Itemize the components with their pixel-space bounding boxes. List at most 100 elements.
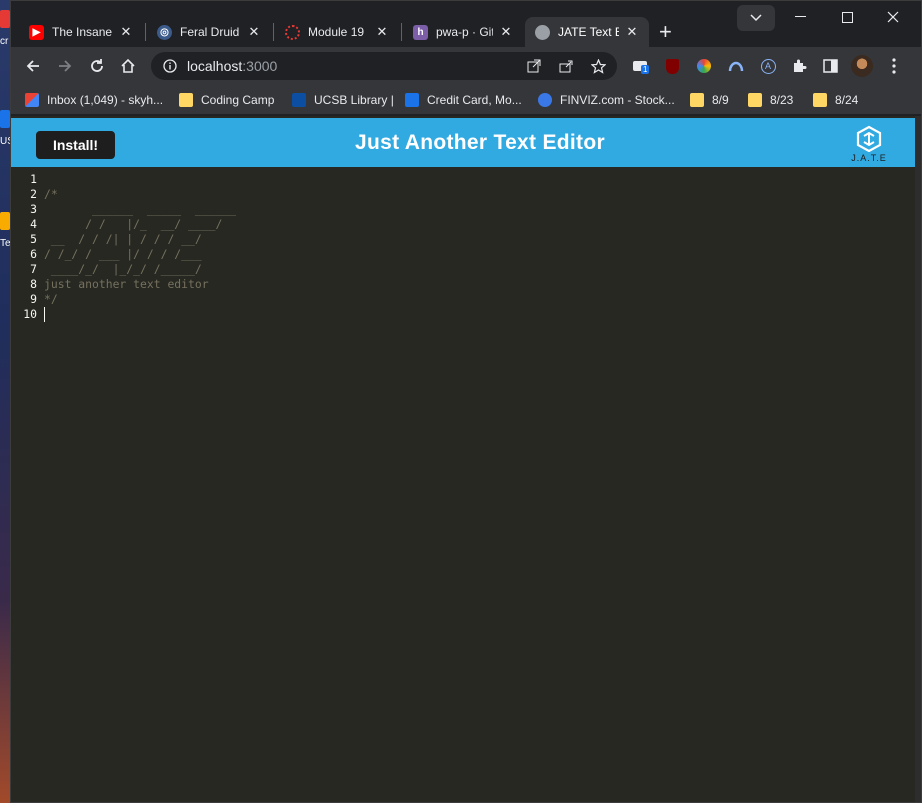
bookmark-item[interactable]: FINVIZ.com - Stock... — [538, 91, 675, 109]
desktop-label: cr — [0, 36, 9, 47]
minimize-icon — [795, 16, 806, 17]
bookmark-item[interactable]: Inbox (1,049) - skyh... — [25, 91, 163, 109]
bank-icon — [405, 93, 419, 107]
line-number: 9 — [30, 292, 37, 306]
tab[interactable]: ◎ Feral Druid ✕ — [147, 17, 271, 47]
youtube-icon: ▶ — [29, 24, 44, 40]
desktop-label: Te — [0, 238, 10, 249]
reload-button[interactable] — [86, 55, 108, 77]
close-icon — [887, 11, 899, 23]
bookmark-folder[interactable]: Coding Camp — [179, 91, 274, 109]
folder-icon — [748, 93, 762, 107]
forward-button[interactable] — [54, 55, 76, 77]
desktop-shortcut-icon[interactable] — [0, 212, 10, 230]
page-title: Just Another Text Editor — [355, 131, 605, 154]
close-icon[interactable]: ✕ — [375, 24, 389, 40]
open-external-icon[interactable] — [527, 59, 541, 73]
close-icon[interactable]: ✕ — [119, 24, 133, 40]
line-number: 5 — [30, 232, 37, 246]
line-number: 4 — [30, 217, 37, 231]
bookmark-label: FINVIZ.com - Stock... — [560, 93, 675, 107]
bookmark-label: 8/23 — [770, 93, 794, 107]
chrome-shortcut-icon[interactable] — [0, 10, 10, 28]
page-content: Install! Just Another Text Editor J.A.T.… — [11, 116, 921, 802]
close-window-button[interactable] — [870, 1, 916, 33]
folder-icon — [813, 93, 827, 107]
tab[interactable]: ▶ The Insane ✕ — [19, 17, 143, 47]
gmail-icon — [25, 93, 39, 107]
new-tab-button[interactable]: + — [659, 19, 672, 45]
app-header: Install! Just Another Text Editor J.A.T.… — [11, 118, 917, 167]
maximize-button[interactable] — [824, 1, 870, 33]
bookmark-folder[interactable]: 8/9 — [690, 91, 729, 109]
logo-icon — [856, 125, 882, 153]
line-number: 7 — [30, 262, 37, 276]
code-editor[interactable]: 1 2 /* 3 ______ _____ ______ 4 / / |/_ __… — [11, 167, 917, 802]
bookmark-item[interactable]: UCSB Library | — [292, 91, 394, 109]
logo-text: J.A.T.E — [851, 153, 887, 163]
tab-active[interactable]: JATE Text Ed ✕ — [525, 17, 649, 47]
tab-title: Module 19 — [308, 25, 365, 39]
desktop-label: US — [0, 136, 10, 147]
line-number: 6 — [30, 247, 37, 261]
line-number: 10 — [23, 307, 37, 321]
folder-icon — [690, 93, 704, 107]
home-button[interactable] — [117, 55, 139, 77]
line-text: ______ _____ ______ — [44, 202, 237, 216]
account-extension-icon[interactable]: A — [759, 57, 777, 75]
window-edge — [915, 116, 921, 802]
line-text: __ / / /| | / / / __/ — [44, 232, 202, 246]
bookmark-label: 8/24 — [835, 93, 859, 107]
address-host: localhost — [187, 58, 243, 74]
globe-icon — [535, 24, 550, 40]
home-icon — [121, 58, 135, 73]
bookmark-folder[interactable]: 8/24 — [813, 91, 858, 109]
ucsb-icon — [292, 93, 306, 107]
bookmark-item[interactable]: Credit Card, Mo... — [405, 91, 522, 109]
arc-extension-icon[interactable] — [727, 57, 745, 75]
reload-icon — [91, 59, 103, 72]
tab-search-button[interactable] — [737, 5, 775, 31]
close-icon[interactable]: ✕ — [625, 24, 639, 40]
back-button[interactable] — [22, 55, 44, 77]
arrow-left-icon — [26, 60, 39, 72]
tab-bar: ▶ The Insane ✕ ◎ Feral Druid ✕ Module 19… — [11, 1, 921, 47]
more-vert-icon — [892, 58, 896, 74]
tab[interactable]: h pwa-p · Gitl ✕ — [403, 17, 523, 47]
ring-icon — [285, 24, 300, 40]
extensions-button[interactable] — [790, 57, 808, 75]
info-icon[interactable] — [163, 59, 177, 73]
browser-window: ▶ The Insane ✕ ◎ Feral Druid ✕ Module 19… — [10, 0, 922, 803]
puzzle-icon — [794, 59, 807, 72]
line-text: ____/_/ |_/_/ /_____/ — [44, 262, 202, 276]
bookmarks-bar: Inbox (1,049) - skyh... Coding Camp UCSB… — [11, 85, 921, 115]
minimize-button[interactable] — [778, 1, 824, 33]
text-cursor — [44, 307, 45, 322]
color-picker-icon[interactable] — [695, 57, 713, 75]
close-icon[interactable]: ✕ — [499, 24, 513, 40]
address-bar[interactable]: localhost:3000 — [151, 52, 617, 80]
tab-title: The Insane — [52, 25, 113, 39]
desktop-strip: cr US Te — [0, 0, 10, 803]
share-icon[interactable] — [559, 59, 573, 73]
ublock-icon[interactable] — [663, 57, 681, 75]
tab-title: Feral Druid — [180, 25, 240, 39]
tab[interactable]: Module 19 ✕ — [275, 17, 399, 47]
bookmark-label: Credit Card, Mo... — [427, 93, 522, 107]
line-text: just another text editor — [44, 277, 209, 291]
tab-separator — [145, 23, 146, 41]
menu-button[interactable] — [885, 57, 903, 75]
chevron-down-icon — [750, 14, 762, 22]
line-number: 2 — [30, 187, 37, 201]
maximize-icon — [841, 11, 853, 23]
profile-avatar[interactable] — [851, 55, 873, 77]
side-panel-button[interactable] — [821, 57, 839, 75]
close-icon[interactable]: ✕ — [247, 24, 261, 40]
side-panel-icon — [822, 59, 838, 73]
star-icon[interactable] — [591, 58, 606, 74]
extension-icon[interactable]: 1 — [631, 57, 650, 75]
bookmark-folder[interactable]: 8/23 — [748, 91, 793, 109]
bookmark-label: Coding Camp — [201, 93, 275, 107]
browser-toolbar: localhost:3000 1 A — [11, 47, 921, 85]
desktop-shortcut-icon[interactable] — [0, 110, 10, 128]
